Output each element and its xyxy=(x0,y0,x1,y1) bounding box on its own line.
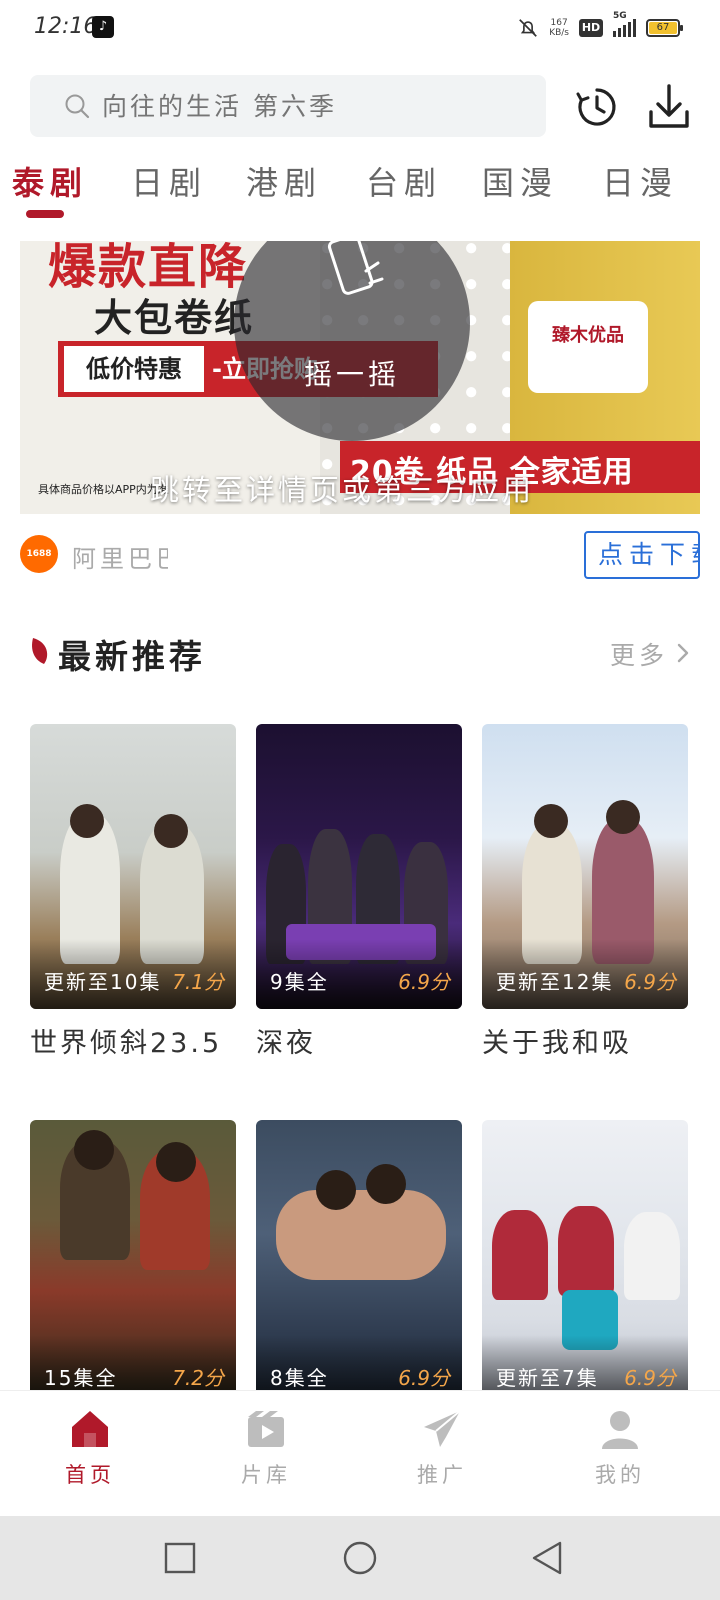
status-time: 12:16 xyxy=(34,14,98,39)
tab-thai-drama[interactable]: 泰剧 xyxy=(12,158,88,204)
shake-phone-icon xyxy=(327,241,384,295)
bottom-navigation: 首页 片库 推广 我的 xyxy=(0,1390,720,1516)
more-link[interactable]: 更多 xyxy=(610,636,668,672)
tab-japanese-anime[interactable]: 日漫 xyxy=(602,158,678,204)
episode-status: 15集全 xyxy=(44,1366,118,1390)
battery-icon: 67 xyxy=(646,19,683,37)
back-triangle-icon[interactable] xyxy=(530,1540,566,1576)
drama-card[interactable]: 更新至10集 7.1分 世界倾斜23.5 xyxy=(30,724,236,1060)
nav-profile[interactable]: 我的 xyxy=(560,1391,680,1517)
ad-deal: 低价特惠 xyxy=(64,346,204,392)
poster[interactable]: 9集全 6.9分 xyxy=(256,724,462,1009)
mute-bell-icon xyxy=(519,19,538,37)
section-title: 最新推荐 xyxy=(58,637,206,676)
ad-banner[interactable]: 爆款直降 大包卷纸 低价特惠 -立即抢购 20卷 纸品 全家适用 臻木优品 摇一… xyxy=(20,241,700,514)
recent-apps-icon[interactable] xyxy=(162,1540,198,1576)
system-navigation-bar xyxy=(0,1516,720,1600)
drama-card[interactable]: 8集全 6.9分 xyxy=(256,1120,462,1405)
category-tabs: 泰剧 日剧 港剧 台剧 国漫 日漫 xyxy=(0,158,720,222)
nav-home[interactable]: 首页 xyxy=(30,1391,150,1517)
home-circle-icon[interactable] xyxy=(342,1540,378,1576)
nav-home-label: 首页 xyxy=(65,1463,115,1487)
nav-promote-label: 推广 xyxy=(417,1463,467,1487)
latest-recommend-header: 最新推荐 更多 xyxy=(30,630,690,676)
paper-plane-icon xyxy=(424,1410,461,1447)
drama-card[interactable]: 更新至12集 6.9分 关于我和吸 xyxy=(482,724,688,1060)
rating: 7.1分 xyxy=(172,970,224,994)
chevron-right-icon[interactable] xyxy=(676,642,690,664)
network-type: 5G xyxy=(613,11,627,21)
ad-brand-label: 臻木优品 xyxy=(528,301,648,393)
episode-status: 9集全 xyxy=(270,970,329,994)
history-icon[interactable] xyxy=(576,86,618,128)
rating: 6.9分 xyxy=(624,970,676,994)
rating: 6.9分 xyxy=(398,1366,450,1390)
shake-label: 摇一摇 xyxy=(304,358,401,391)
ad-download-button[interactable]: 点击下载 xyxy=(584,531,700,579)
profile-icon xyxy=(602,1411,638,1449)
film-library-icon xyxy=(248,1411,284,1447)
status-bar: 12:16 ♪ 167 KB/s HD 5G 67 xyxy=(0,0,720,56)
search-bar[interactable] xyxy=(30,75,546,137)
drama-title[interactable]: 关于我和吸 xyxy=(482,1021,688,1060)
ad-product: 大包卷纸 xyxy=(94,296,255,340)
leaf-icon xyxy=(32,638,48,664)
drama-title[interactable]: 世界倾斜23.5 xyxy=(30,1021,236,1060)
tab-hk-drama[interactable]: 港剧 xyxy=(246,158,322,204)
signal-icon: 5G xyxy=(613,11,636,37)
network-speed: 167 KB/s xyxy=(549,18,569,38)
home-icon xyxy=(72,1411,108,1447)
episode-status: 更新至10集 xyxy=(44,970,162,994)
ad-jump-hint: 跳转至详情页或第三方应用 xyxy=(150,473,535,507)
poster[interactable]: 更新至12集 6.9分 xyxy=(482,724,688,1009)
tiktok-notification-icon: ♪ xyxy=(92,16,114,38)
episode-status: 8集全 xyxy=(270,1366,329,1390)
tab-taiwan-drama[interactable]: 台剧 xyxy=(366,158,442,204)
drama-title[interactable]: 深夜 xyxy=(256,1021,462,1060)
drama-card[interactable]: 15集全 7.2分 xyxy=(30,1120,236,1405)
search-icon xyxy=(65,94,90,119)
rating: 7.2分 xyxy=(172,1366,224,1390)
poster[interactable]: 更新至7集 6.9分 xyxy=(482,1120,688,1405)
tab-japanese-drama[interactable]: 日剧 xyxy=(131,158,207,204)
search-input[interactable] xyxy=(102,91,482,121)
nav-library-label: 片库 xyxy=(241,1463,291,1487)
advertiser-name: 阿里巴巴 xyxy=(72,545,168,573)
ad-source-row: 1688 阿里巴巴 点击下载 xyxy=(20,531,700,579)
rating: 6.9分 xyxy=(398,970,450,994)
drama-card[interactable]: 9集全 6.9分 深夜 xyxy=(256,724,462,1060)
nav-library[interactable]: 片库 xyxy=(206,1391,326,1517)
poster[interactable]: 8集全 6.9分 xyxy=(256,1120,462,1405)
rating: 6.9分 xyxy=(624,1366,676,1390)
drama-card[interactable]: 更新至7集 6.9分 xyxy=(482,1120,688,1405)
nav-profile-label: 我的 xyxy=(595,1463,645,1487)
active-tab-indicator xyxy=(26,210,64,218)
episode-status: 更新至7集 xyxy=(496,1366,599,1390)
tab-chinese-anime[interactable]: 国漫 xyxy=(482,158,558,204)
battery-level: 67 xyxy=(649,22,677,34)
download-icon[interactable] xyxy=(648,84,690,130)
hd-badge: HD xyxy=(579,19,603,37)
poster[interactable]: 更新至10集 7.1分 xyxy=(30,724,236,1009)
episode-status: 更新至12集 xyxy=(496,970,614,994)
nav-promote[interactable]: 推广 xyxy=(382,1391,502,1517)
poster[interactable]: 15集全 7.2分 xyxy=(30,1120,236,1405)
alibaba-logo: 1688 xyxy=(20,535,58,573)
